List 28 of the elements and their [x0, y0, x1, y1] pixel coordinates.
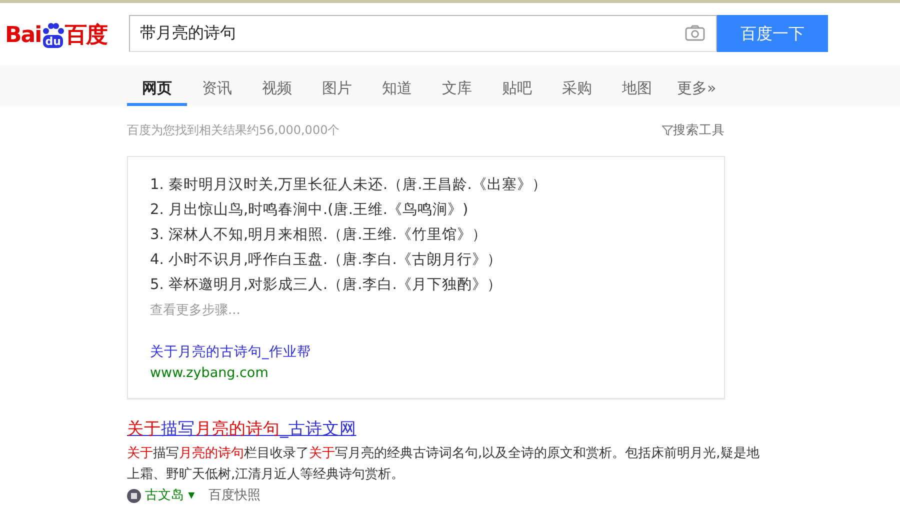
snapshot-link[interactable]: 百度快照: [208, 486, 261, 506]
poem-line: 5. 举杯邀明月,对影成三人.（唐.李白.《月下独酌》）: [150, 276, 503, 295]
nav-tab[interactable]: 网页: [127, 65, 187, 106]
filter-icon: [662, 124, 673, 136]
poem-line: 1. 秦时明月汉时关,万里长征人未还.（唐.王昌龄.《出塞》）: [150, 176, 548, 195]
nav-tab[interactable]: 地图: [617, 65, 657, 106]
source-url: www.zybang.com: [150, 364, 270, 384]
site-name[interactable]: 古文岛 ▾: [145, 486, 195, 506]
search-tools-link[interactable]: 搜索工具: [662, 121, 725, 140]
poem-line: 3. 深林人不知,明月来相照.（唐.王维.《竹里馆》）: [150, 226, 488, 245]
nav-tab[interactable]: 采购: [557, 65, 597, 106]
nav-tab[interactable]: 文库: [437, 65, 477, 106]
source-link[interactable]: 关于月亮的古诗句_作业帮: [150, 342, 311, 362]
search-button[interactable]: 百度一下: [717, 15, 828, 52]
search-field[interactable]: 带月亮的诗句: [129, 15, 717, 52]
result-count: 百度为您找到相关结果约56,000,000个: [127, 122, 340, 140]
poem-line: 4. 小时不识月,呼作白玉盘.（唐.李白.《古朗月行》）: [150, 250, 503, 270]
nav-tab[interactable]: 图片: [317, 65, 357, 106]
result-description: 关于描写月亮的诗句栏目收录了关于写月亮的经典古诗词名句,以及全诗的原文和赏析。包括床前明月光,疑是地上霜、野旷天低树,江清月近人等经典诗句赏析。: [127, 445, 760, 484]
more-steps-link[interactable]: 查看更多步骤...: [150, 300, 702, 320]
nav-tab[interactable]: 知道: [377, 65, 417, 106]
nav-tab[interactable]: 更多»: [677, 65, 716, 106]
nav-tab[interactable]: 视频: [257, 65, 297, 106]
camera-icon[interactable]: [685, 25, 705, 41]
nav-tab[interactable]: 贴吧: [497, 65, 537, 106]
poem-line: 2. 月出惊山鸟,时鸣春涧中.(唐.王维.《鸟鸣涧》): [150, 200, 470, 220]
site-icon: [127, 489, 141, 503]
nav-tab[interactable]: 资讯: [197, 65, 237, 106]
